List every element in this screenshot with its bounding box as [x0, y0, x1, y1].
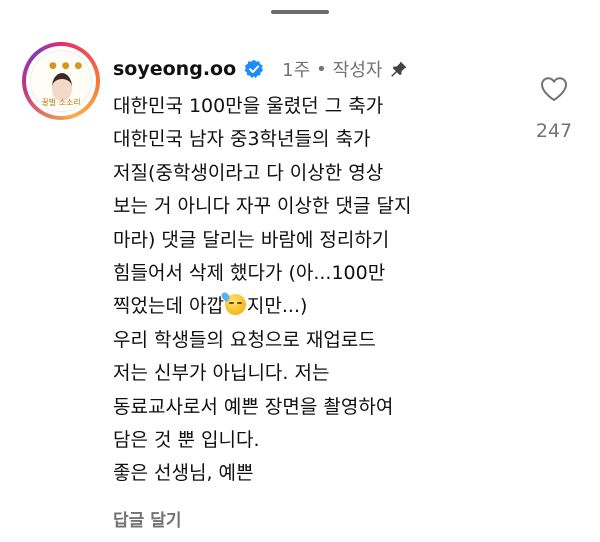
- comment-line: 저는 신부가 아닙니다. 저는: [113, 362, 330, 385]
- comment-line: 힘들어서 삭제 했다가 (아...100만: [113, 261, 386, 284]
- like-count: 247: [535, 120, 573, 142]
- comment-line: 대한민국 남자 중3학년들의 축가: [113, 128, 371, 151]
- comment-header: soyeong.oo 1주 • 작성자: [113, 55, 408, 83]
- comment-time: 1주: [282, 60, 311, 81]
- meta-separator: •: [316, 58, 327, 80]
- comment-line: 담은 것 뿐 입니다.: [113, 428, 260, 451]
- comment-sheet: ● ● ● 꿀벌 소소리 soyeong.oo 1주 • 작성자 대한민국 10…: [0, 0, 600, 542]
- author-tag: 작성자: [332, 60, 383, 81]
- avatar-caption: 꿀벌 소소리: [41, 98, 81, 107]
- reply-button[interactable]: 답글 달기: [113, 506, 181, 531]
- pin-icon: [390, 60, 408, 78]
- avatar-image: ● ● ● 꿀벌 소소리: [30, 50, 92, 112]
- comment-line: 저질(중학생이라고 다 이상한 영상: [113, 161, 384, 184]
- comment-line: 좋은 선생님, 예쁜: [113, 462, 254, 485]
- comment-line: 우리 학생들의 요청으로 재업로드: [113, 328, 376, 351]
- comment-line-part: 찍었는데 아깝: [113, 295, 224, 318]
- username-link[interactable]: soyeong.oo: [113, 58, 236, 80]
- heart-outline-icon[interactable]: [540, 76, 568, 102]
- like-control: 247: [532, 76, 576, 142]
- comment-line: 찍었는데 아깝 지만...): [113, 290, 513, 323]
- verified-badge-icon: [244, 59, 264, 79]
- comment-line: 동료교사로서 예쁜 장면을 촬영하여: [113, 395, 394, 418]
- comment-text: 대한민국 100만을 울렸던 그 축가 대한민국 남자 중3학년들의 축가 저질…: [113, 90, 513, 491]
- comment-line-part: 지만...): [246, 295, 308, 318]
- comment-line: 대한민국 100만을 울렸던 그 축가: [113, 95, 384, 117]
- bee-decoration-icon: ● ● ●: [49, 61, 84, 71]
- downcast-sweat-emoji: [219, 291, 246, 316]
- comment-line: 보는 거 아니다 자꾸 이상한 댓글 달지: [113, 195, 412, 218]
- sheet-drag-handle[interactable]: [271, 10, 329, 14]
- comment-line: 마라) 댓글 달리는 바람에 정리하기: [113, 228, 390, 251]
- avatar[interactable]: ● ● ● 꿀벌 소소리: [22, 42, 100, 120]
